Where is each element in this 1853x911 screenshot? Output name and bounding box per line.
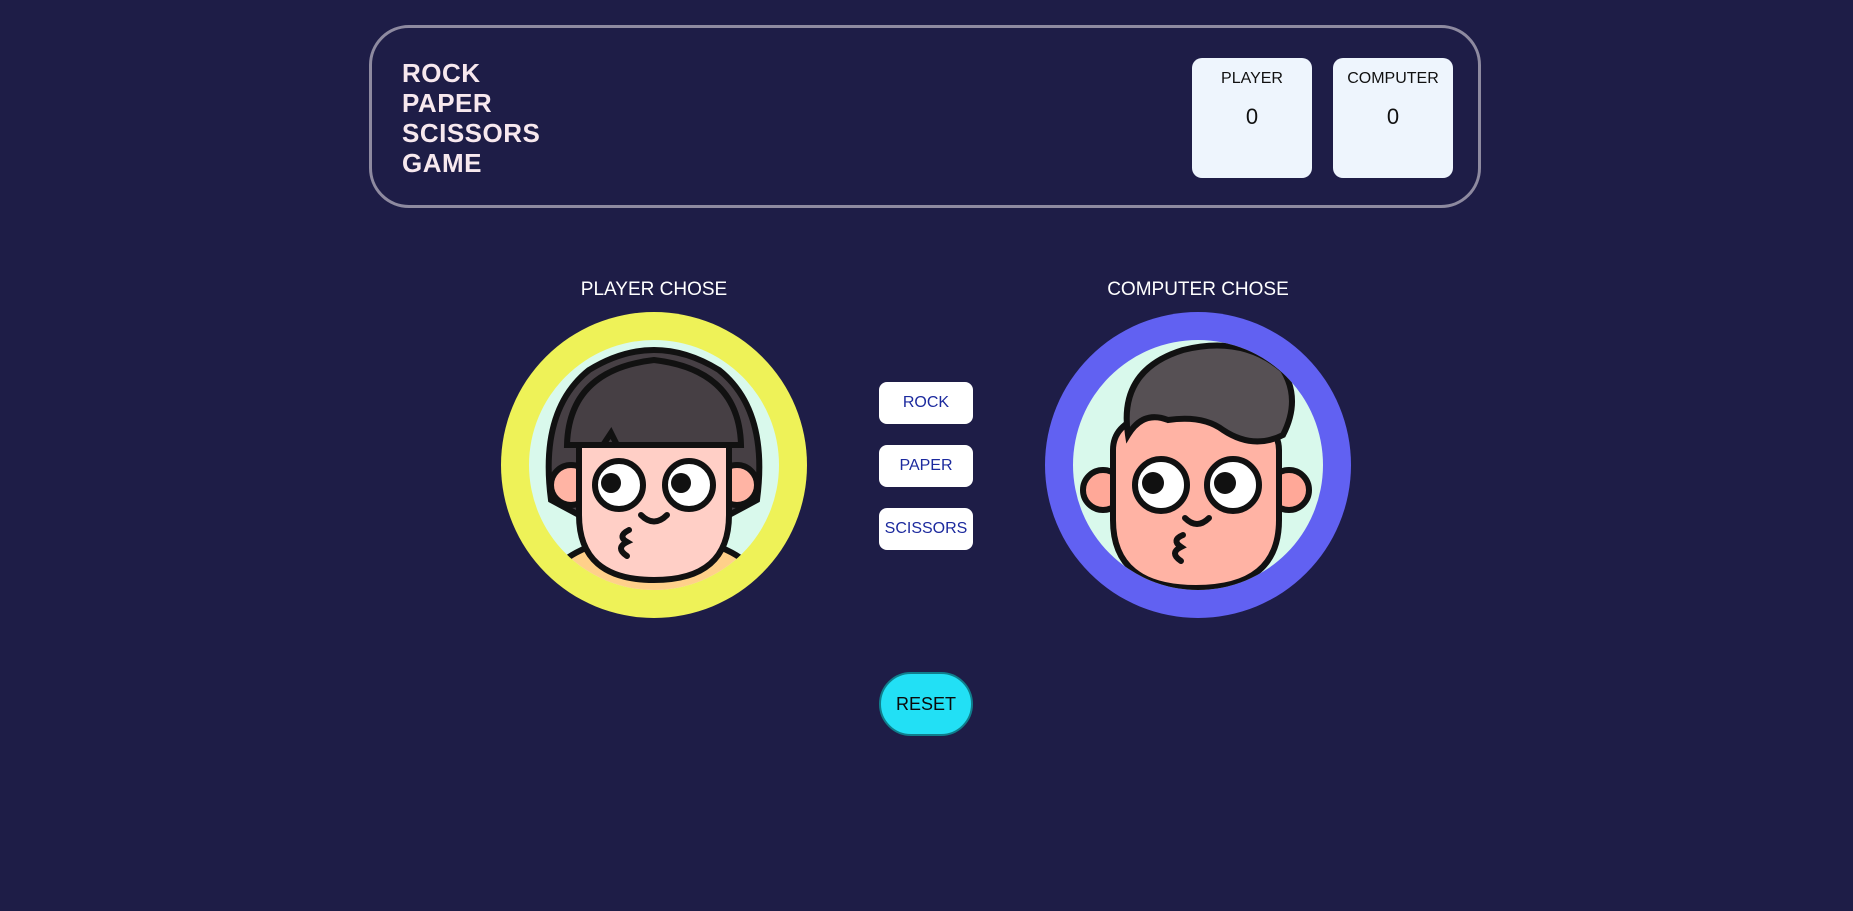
rock-button[interactable]: ROCK: [879, 382, 973, 424]
title-line-rock: ROCK: [402, 58, 481, 88]
computer-score-label: COMPUTER: [1347, 70, 1439, 87]
player-score-value: 0: [1245, 104, 1259, 129]
player-choice-ring: [501, 312, 807, 618]
computer-score-value: 0: [1386, 104, 1400, 129]
computer-chose-label: COMPUTER CHOSE: [1107, 279, 1289, 300]
title-line-game: GAME: [402, 148, 482, 178]
player-score-label: PLAYER: [1221, 70, 1283, 87]
reset-button[interactable]: RESET: [879, 672, 973, 736]
computer-choice-ring: [1045, 312, 1351, 618]
title-line-scissors: SCISSORS: [402, 118, 541, 148]
boy-avatar-icon: [1073, 340, 1323, 590]
player-score-card: PLAYER 0: [1192, 58, 1312, 178]
computer-score-card: COMPUTER 0: [1333, 58, 1453, 178]
paper-button[interactable]: PAPER: [879, 445, 973, 487]
girl-avatar-icon: [529, 340, 779, 590]
game-header: ROCK PAPER SCISSORS GAME PLAYER 0 COMPUT…: [369, 25, 1481, 208]
title-line-paper: PAPER: [402, 88, 493, 118]
game-title: ROCK PAPER SCISSORS GAME: [402, 58, 540, 178]
player-chose-label: PLAYER CHOSE: [580, 279, 728, 300]
scissors-button[interactable]: SCISSORS: [879, 508, 973, 550]
